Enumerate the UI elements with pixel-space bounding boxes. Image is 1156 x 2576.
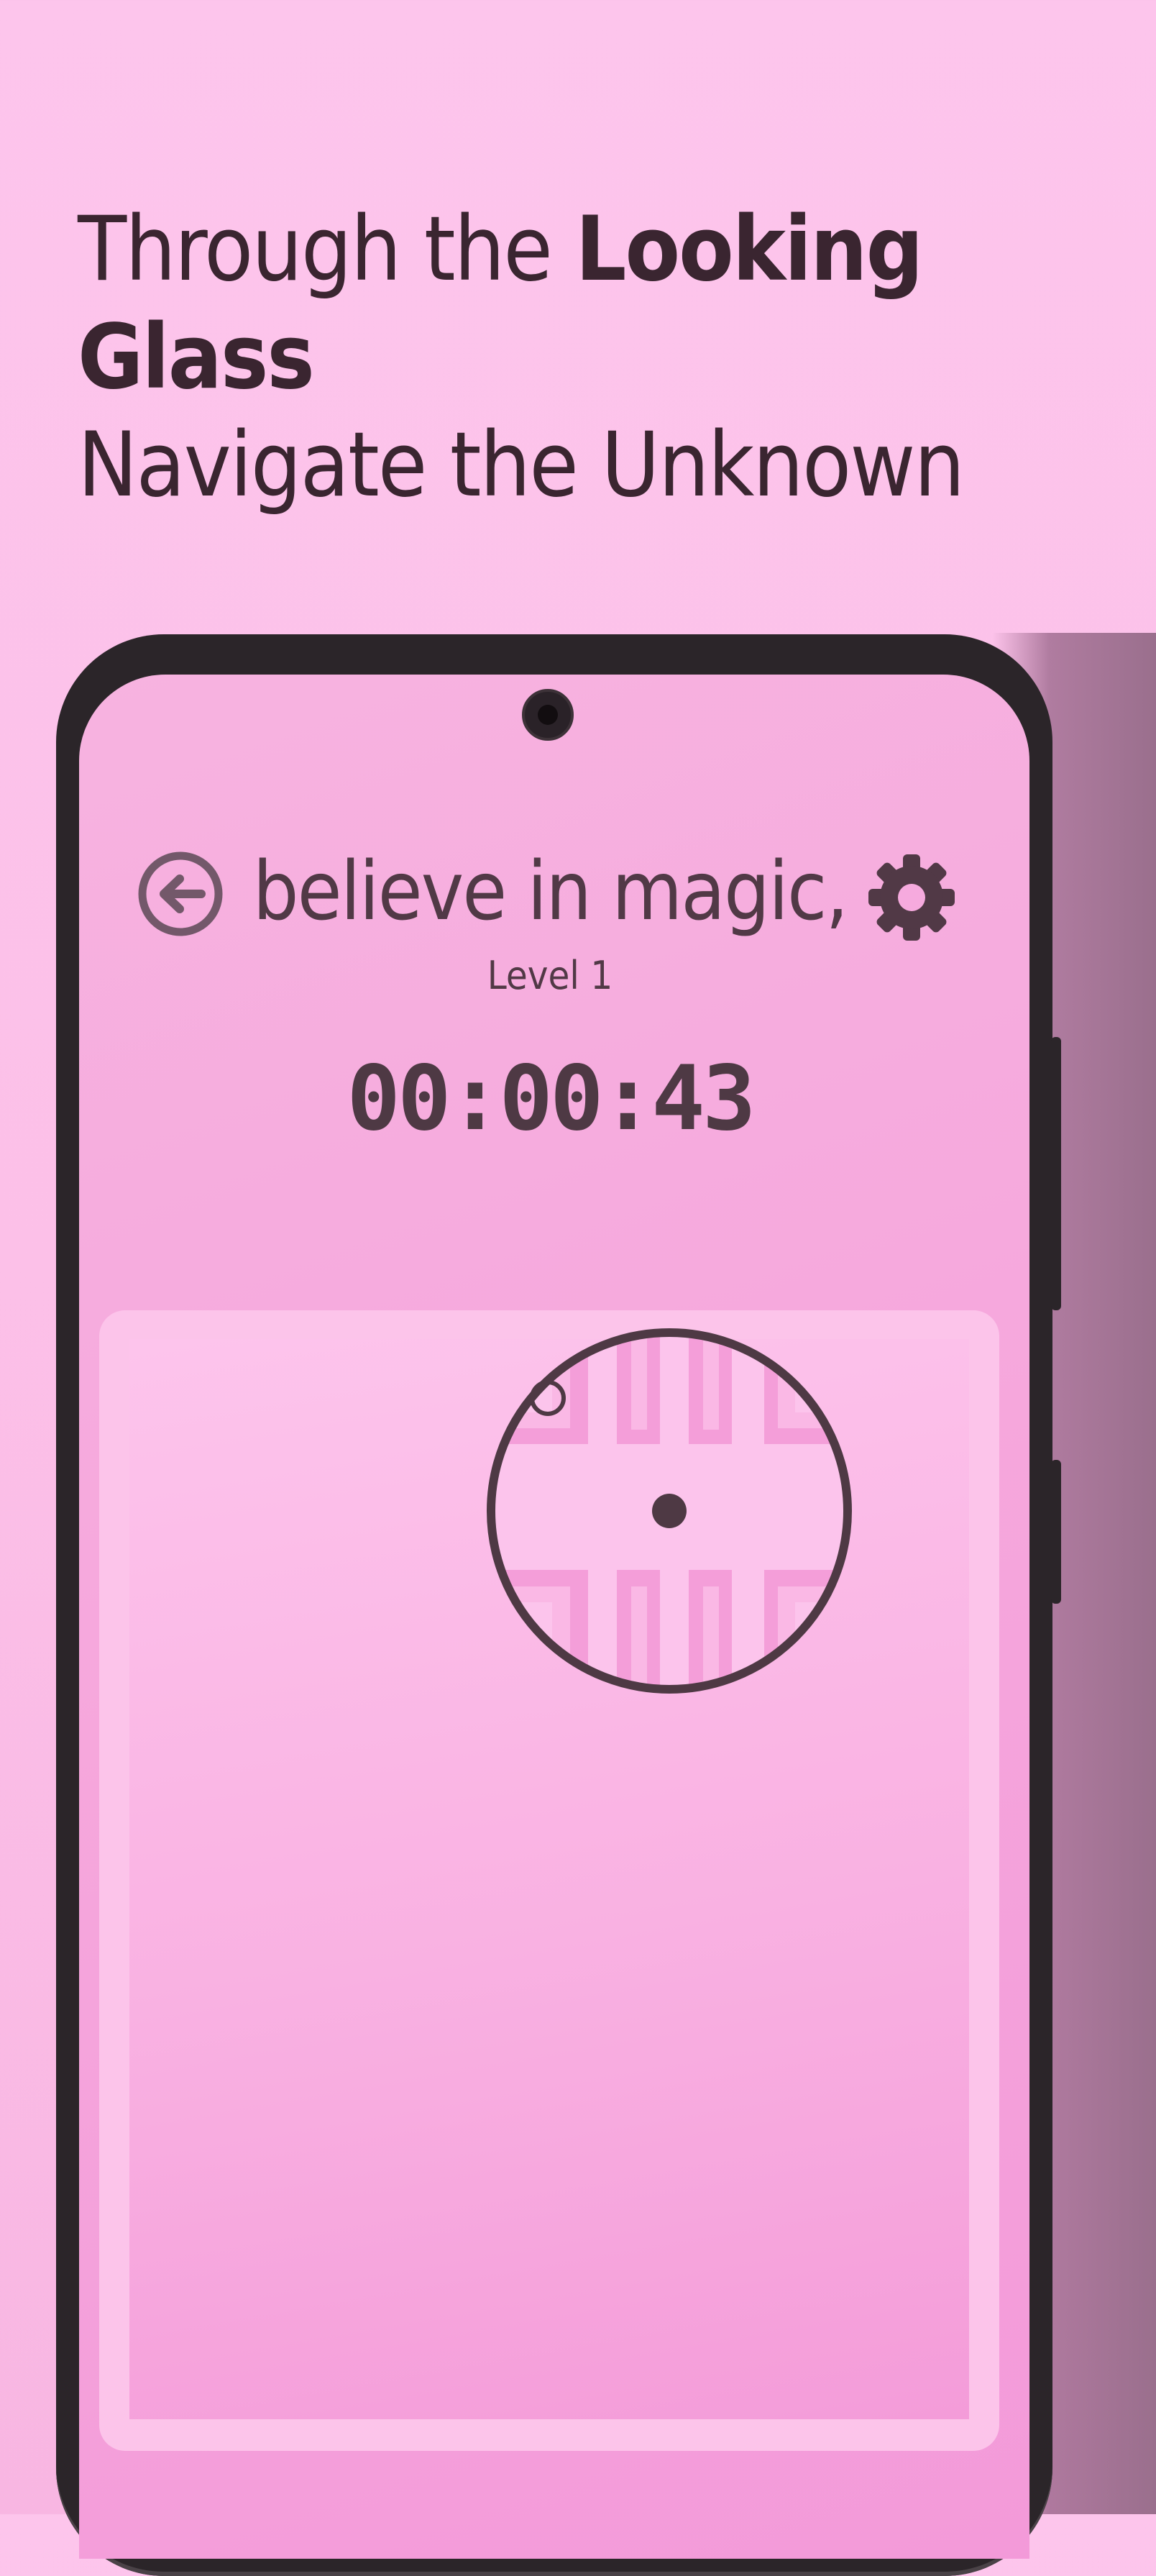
promo-headline: Through the Looking Glass Navigate the U… bbox=[78, 196, 1156, 519]
phone-volume-button bbox=[1051, 1037, 1061, 1310]
settings-button[interactable] bbox=[866, 851, 958, 944]
front-camera bbox=[522, 689, 574, 741]
level-label: Level 1 bbox=[487, 953, 613, 998]
phone-power-button bbox=[1051, 1460, 1061, 1604]
arrow-left-icon bbox=[160, 874, 206, 913]
player-ball bbox=[652, 1494, 687, 1528]
headline-line-2: Navigate the Unknown bbox=[78, 414, 965, 517]
looking-glass-lens[interactable] bbox=[480, 1322, 858, 1700]
headline-line-1: Through the Looking Glass bbox=[78, 196, 1156, 411]
elapsed-timer: 00:00:43 bbox=[347, 1047, 756, 1151]
level-title: believe in magic, bbox=[252, 845, 849, 938]
back-button[interactable] bbox=[138, 851, 223, 936]
gear-icon bbox=[868, 854, 955, 941]
headline-prefix: Through the bbox=[78, 198, 576, 301]
